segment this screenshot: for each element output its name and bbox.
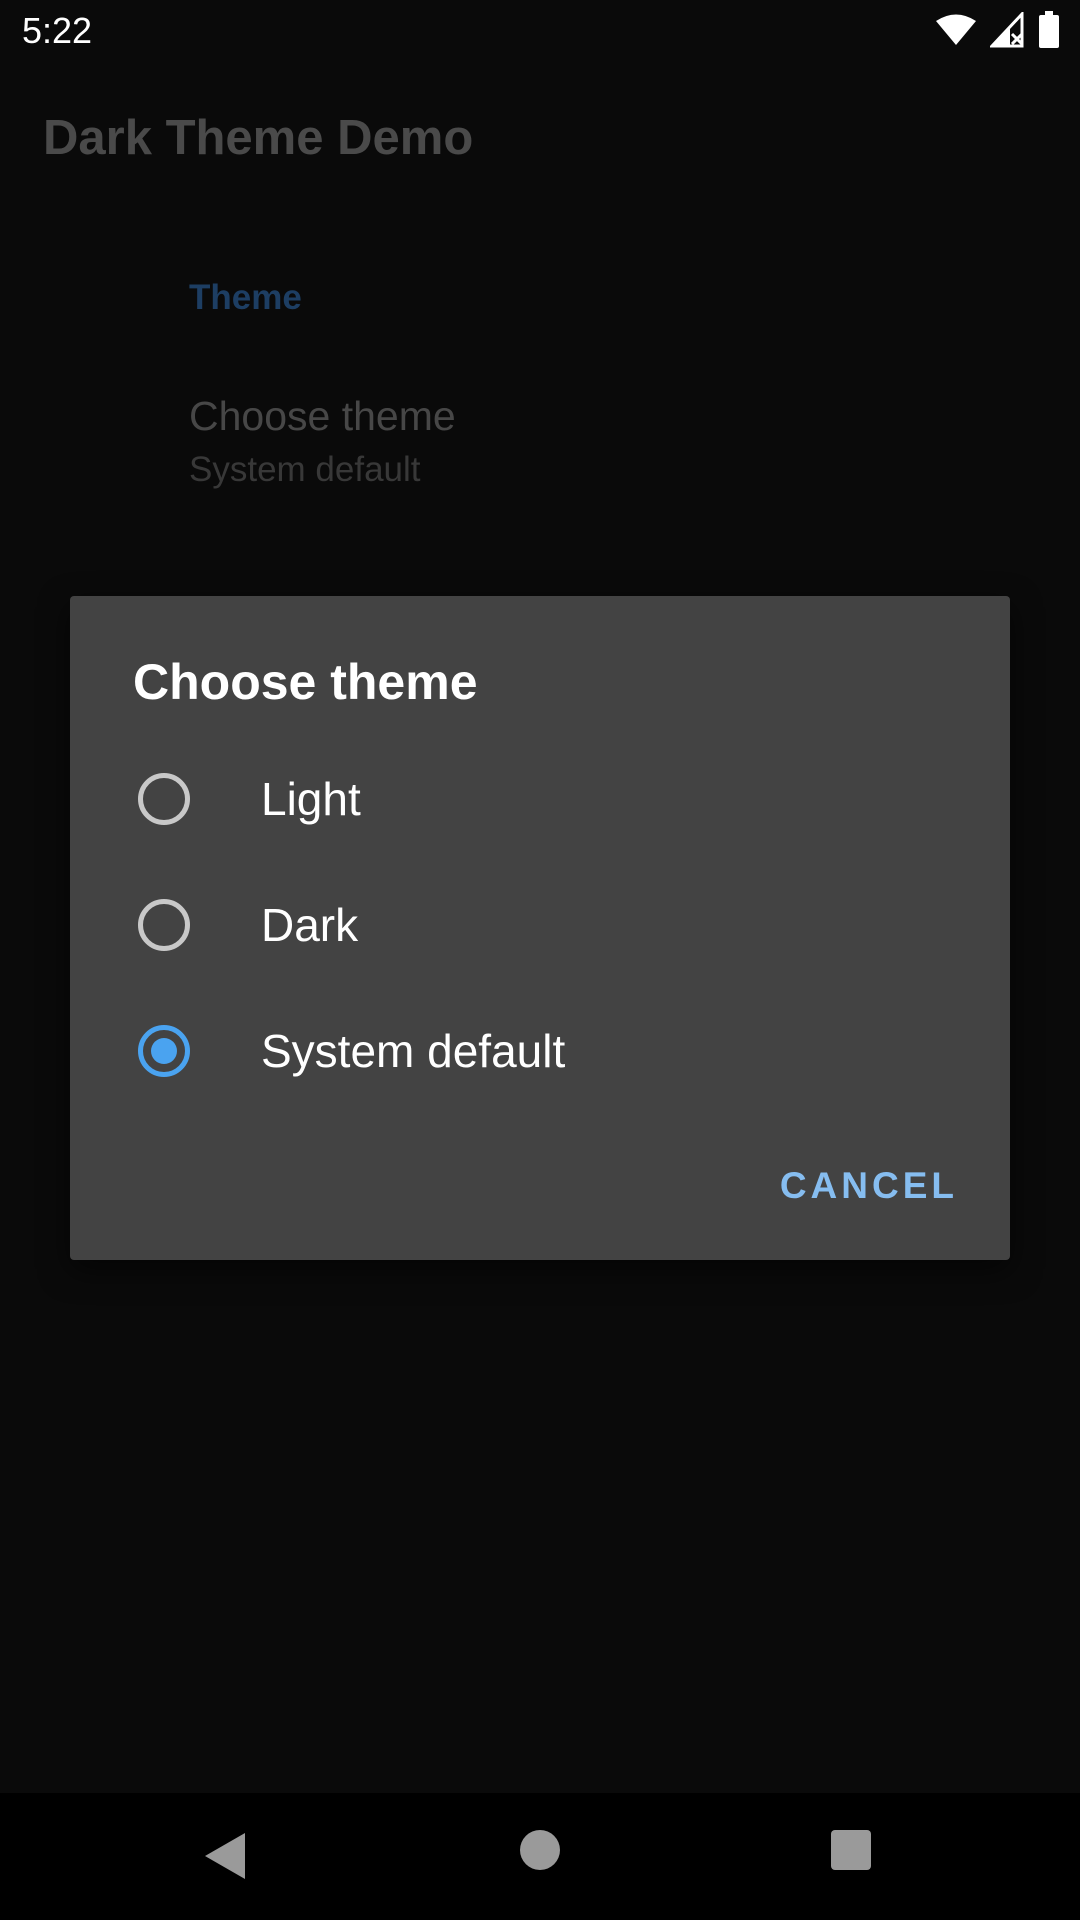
radio-button-icon[interactable] [138, 899, 190, 951]
option-label: Dark [261, 899, 359, 951]
option-label: System default [261, 1025, 566, 1077]
recents-icon[interactable] [831, 1830, 871, 1870]
option-light[interactable]: Light [70, 736, 1010, 862]
option-system-default[interactable]: System default [70, 988, 1010, 1114]
option-dark[interactable]: Dark [70, 862, 1010, 988]
radio-button-checked-icon[interactable] [138, 1025, 190, 1077]
navigation-bar [0, 1793, 1080, 1920]
back-icon[interactable] [205, 1833, 245, 1879]
cancel-button[interactable]: CANCEL [780, 1156, 958, 1216]
dialog-title: Choose theme [133, 654, 478, 710]
screen: 5:22 Dark Theme Demo Theme Choose theme … [0, 0, 1080, 1920]
choose-theme-dialog: Choose theme Light Dark System default C… [70, 596, 1010, 1260]
radio-button-icon[interactable] [138, 773, 190, 825]
home-icon[interactable] [520, 1830, 560, 1870]
option-label: Light [261, 773, 361, 825]
